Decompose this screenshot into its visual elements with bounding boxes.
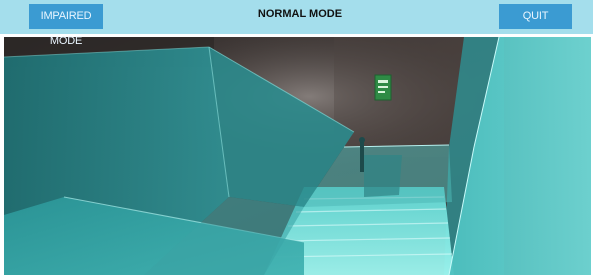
game-screen: IMPAIRED MODE NORMAL MODE QUIT xyxy=(0,0,593,275)
mode-title: NORMAL MODE xyxy=(257,8,343,20)
quit-button[interactable]: QUIT xyxy=(499,4,572,29)
scene-render xyxy=(4,37,591,275)
game-viewport[interactable] xyxy=(4,37,591,275)
top-bar: IMPAIRED MODE NORMAL MODE QUIT xyxy=(0,0,593,47)
impaired-mode-button[interactable]: IMPAIRED MODE xyxy=(29,4,103,47)
exit-sign-icon xyxy=(374,74,392,101)
